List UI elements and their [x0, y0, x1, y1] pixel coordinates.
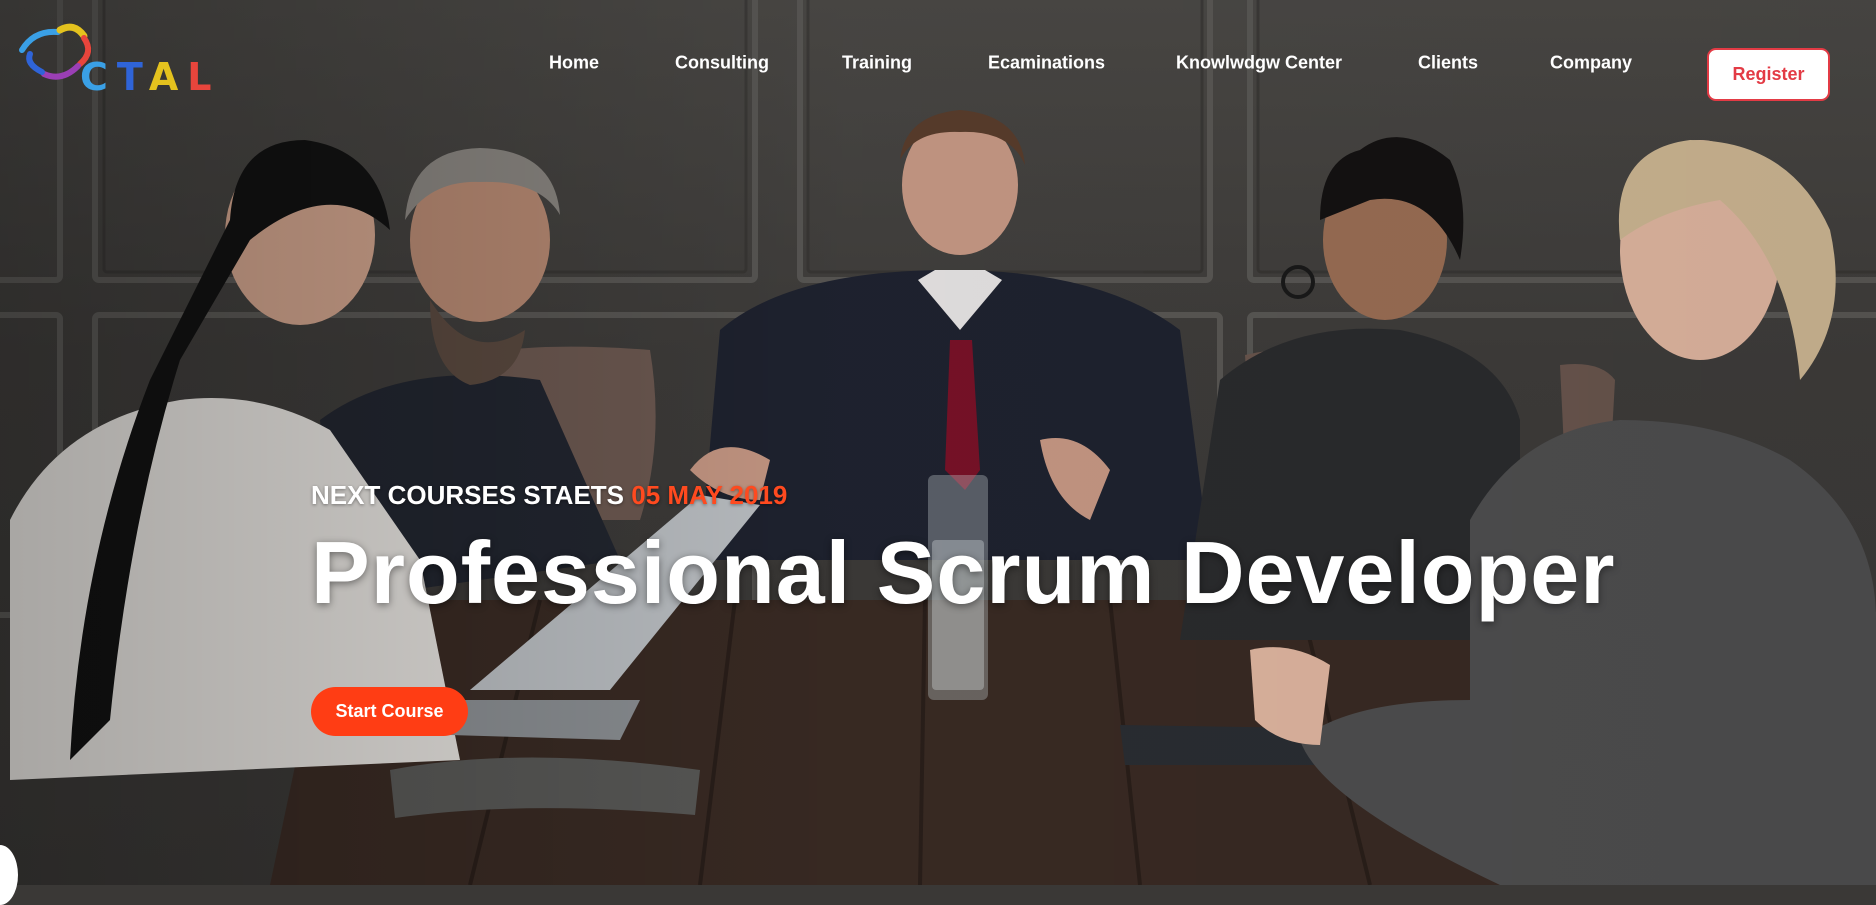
nav-item-clients[interactable]: Clients	[1418, 53, 1478, 74]
nav-item-consulting[interactable]: Consulting	[675, 53, 769, 74]
kicker-prefix: NEXT COURSES STAETS	[311, 480, 625, 510]
nav-item-company[interactable]: Company	[1550, 53, 1632, 74]
nav-item-examinations[interactable]: Ecaminations	[988, 53, 1105, 74]
next-course-kicker: NEXT COURSES STAETS 05 MAY 2019	[311, 480, 787, 511]
nav-item-home[interactable]: Home	[549, 53, 599, 74]
hero-headline: Professional Scrum Developer	[311, 523, 1616, 622]
kicker-date: 05 MAY 2019	[631, 480, 788, 510]
register-button[interactable]: Register	[1707, 48, 1830, 101]
nav-item-training[interactable]: Training	[842, 53, 912, 74]
hero-section	[0, 0, 1876, 885]
start-course-button[interactable]: Start Course	[311, 687, 468, 736]
brand-logo[interactable]: CTAL	[14, 20, 244, 96]
logo-wordmark: CTAL	[80, 55, 221, 99]
nav-item-knowledge-center[interactable]: Knowlwdgw Center	[1176, 53, 1342, 74]
